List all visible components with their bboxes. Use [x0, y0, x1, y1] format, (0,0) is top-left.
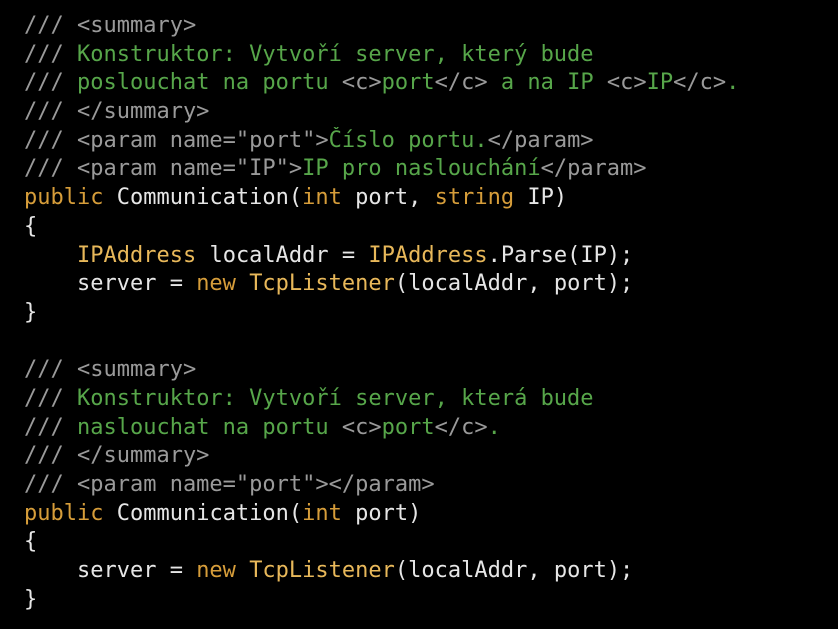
- code-line: }: [24, 586, 838, 615]
- code-token: Communication(: [103, 500, 303, 526]
- code-token: public: [24, 500, 104, 526]
- code-token: /// </summary>: [24, 99, 210, 125]
- code-token: new: [196, 558, 236, 584]
- code-editor[interactable]: /// <summary>/// Konstruktor: Vytvoří se…: [0, 0, 838, 629]
- code-token: Číslo portu.: [328, 127, 488, 153]
- code-token: </param>: [487, 127, 594, 153]
- code-token: public: [24, 185, 104, 211]
- code-token: poslouchat na portu: [76, 70, 342, 96]
- code-line: {: [24, 528, 838, 557]
- code-token: /// <summary>: [24, 357, 197, 383]
- code-line: {: [24, 213, 838, 242]
- code-token: IP: [646, 70, 674, 96]
- code-token: <c>: [606, 70, 647, 96]
- code-token: Konstruktor: Vytvoří server, která bude: [76, 385, 594, 411]
- code-token: </c>: [434, 70, 488, 96]
- code-line: /// Konstruktor: Vytvoří server, která b…: [24, 385, 838, 414]
- code-token: (localAddr, port);: [394, 558, 634, 584]
- code-token: int: [302, 500, 342, 526]
- code-line: server = new TcpListener(localAddr, port…: [24, 270, 838, 299]
- code-token: /// <param name="port"></param>: [24, 472, 435, 497]
- code-token: ///: [24, 41, 77, 67]
- code-token: new: [196, 271, 236, 297]
- code-line: /// Konstruktor: Vytvoří server, který b…: [24, 41, 838, 70]
- code-token: port): [341, 500, 422, 526]
- code-line: /// <param name="IP">IP pro naslouchání<…: [24, 155, 838, 184]
- code-token: ///: [24, 70, 77, 96]
- code-line: /// <summary>: [24, 356, 838, 385]
- code-line: /// poslouchat na portu <c>port</c> a na…: [24, 69, 838, 98]
- code-token: </c>: [434, 414, 488, 440]
- code-token: /// </summary>: [24, 443, 210, 469]
- code-token: ///: [24, 414, 77, 440]
- code-line: /// </summary>: [24, 442, 838, 471]
- code-line: public Communication(int port): [24, 500, 838, 529]
- code-token: IP): [514, 185, 568, 211]
- code-token: <c>: [341, 70, 382, 96]
- code-token: naslouchat na portu: [76, 414, 342, 440]
- code-line: /// <summary>: [24, 12, 838, 41]
- code-token: {: [24, 529, 38, 555]
- code-token: IPAddress: [368, 242, 488, 268]
- code-line: public Communication(int port, string IP…: [24, 184, 838, 213]
- code-token: (localAddr, port);: [394, 271, 634, 297]
- code-token: server =: [24, 271, 197, 297]
- code-line: /// <param name="port">Číslo portu.</par…: [24, 127, 838, 156]
- code-token: .: [726, 70, 740, 96]
- code-token: </c>: [673, 70, 727, 96]
- code-token: port: [381, 70, 435, 96]
- code-line: /// </summary>: [24, 98, 838, 127]
- code-token: TcpListener: [249, 558, 395, 584]
- code-token: port,: [341, 185, 435, 211]
- code-token: IPAddress: [76, 242, 197, 268]
- code-block: /// <summary>/// Konstruktor: Vytvoří se…: [24, 12, 838, 614]
- code-line: }: [24, 299, 838, 328]
- code-token: /// <param name="port">: [24, 127, 329, 153]
- code-token: ///: [24, 385, 77, 411]
- code-token: /// <summary>: [24, 13, 197, 38]
- code-token: .: [487, 414, 501, 440]
- code-line: /// <param name="port"></param>: [24, 471, 838, 500]
- code-token: Communication(: [103, 185, 303, 211]
- code-token: string: [434, 185, 515, 211]
- code-token: TcpListener: [249, 271, 395, 297]
- code-token: port: [381, 414, 435, 440]
- code-token: }: [24, 299, 38, 325]
- code-line: /// naslouchat na portu <c>port</c>.: [24, 414, 838, 443]
- code-token: int: [302, 185, 342, 211]
- code-token: </param>: [540, 156, 647, 182]
- code-token: }: [24, 586, 38, 612]
- code-token: /// <param name="IP">: [24, 156, 303, 182]
- code-token: Konstruktor: Vytvoří server, který bude: [76, 41, 594, 67]
- code-token: <c>: [341, 414, 382, 440]
- code-line: server = new TcpListener(localAddr, port…: [24, 557, 838, 586]
- code-token: a na IP: [487, 70, 607, 96]
- code-token: .Parse(IP);: [487, 242, 634, 268]
- code-token: localAddr =: [196, 242, 369, 268]
- code-line: IPAddress localAddr = IPAddress.Parse(IP…: [24, 242, 838, 271]
- code-token: IP pro naslouchání: [302, 156, 541, 182]
- code-token: server =: [24, 558, 197, 584]
- code-token: {: [24, 213, 38, 239]
